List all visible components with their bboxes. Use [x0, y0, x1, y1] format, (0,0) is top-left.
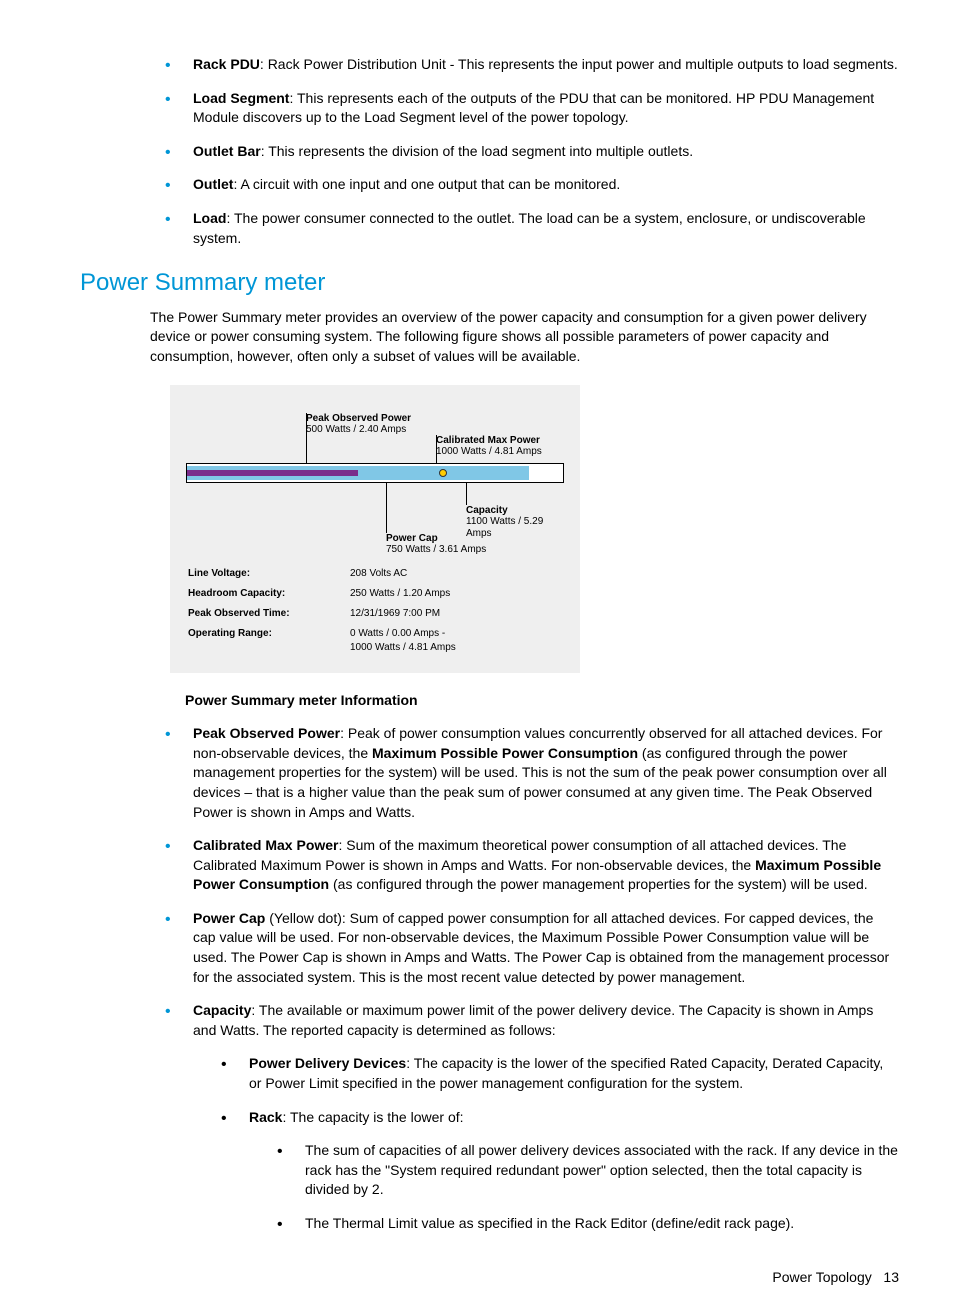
info-heading: Power Summary meter Information: [55, 691, 899, 711]
definition-text: : This represents each of the outputs of…: [193, 90, 874, 126]
list-item: Peak Observed Power: Peak of power consu…: [165, 724, 899, 822]
calibrated-label: Calibrated Max Power 1000 Watts / 4.81 A…: [436, 435, 542, 458]
nested-list: Power Delivery Devices: The capacity is …: [193, 1054, 899, 1233]
list-item: Rack: The capacity is the lower of: The …: [221, 1108, 899, 1234]
term: Peak Observed Power: [193, 725, 340, 741]
table-row: Peak Observed Time:12/31/1969 7:00 PM: [188, 605, 562, 623]
definition-text: : A circuit with one input and one outpu…: [233, 176, 620, 192]
tick-line: [306, 413, 307, 463]
term: Capacity: [193, 1002, 251, 1018]
page-footer: Power Topology 13: [55, 1248, 899, 1307]
figure-data-table: Line Voltage:208 Volts AC Headroom Capac…: [186, 563, 564, 659]
term: Calibrated Max Power: [193, 837, 339, 853]
list-item: Capacity: The available or maximum power…: [165, 1001, 899, 1233]
power-cap-label: Power Cap 750 Watts / 3.61 Amps: [386, 533, 486, 556]
tick-line: [436, 435, 437, 463]
table-row: Line Voltage:208 Volts AC: [188, 565, 562, 583]
list-item: The Thermal Limit value as specified in …: [277, 1214, 899, 1234]
list-item: Outlet Bar: This represents the division…: [165, 142, 899, 162]
table-row: Headroom Capacity:250 Watts / 1.20 Amps: [188, 585, 562, 603]
list-item: Load: The power consumer connected to th…: [165, 209, 899, 248]
section-intro: The Power Summary meter provides an over…: [55, 308, 899, 367]
tick-line: [466, 483, 467, 505]
section-heading: Power Summary meter: [55, 266, 899, 300]
list-item: Power Delivery Devices: The capacity is …: [221, 1054, 899, 1093]
list-item: Calibrated Max Power: Sum of the maximum…: [165, 836, 899, 895]
term: Load Segment: [193, 90, 289, 106]
term: Rack PDU: [193, 56, 260, 72]
list-item: Load Segment: This represents each of th…: [165, 89, 899, 128]
table-row: Operating Range:0 Watts / 0.00 Amps - 10…: [188, 625, 562, 657]
list-item: Power Cap (Yellow dot): Sum of capped po…: [165, 909, 899, 987]
power-cap-dot: [439, 469, 447, 477]
top-definition-list: Rack PDU: Rack Power Distribution Unit -…: [55, 55, 899, 248]
peak-observed-label: Peak Observed Power 500 Watts / 2.40 Amp…: [306, 413, 411, 436]
term: Rack: [249, 1109, 282, 1125]
term: Outlet: [193, 176, 233, 192]
bar-segment-purple: [187, 470, 358, 476]
term: Load: [193, 210, 226, 226]
term: Outlet Bar: [193, 143, 261, 159]
list-item: The sum of capacities of all power deliv…: [277, 1141, 899, 1200]
definition-text: : This represents the division of the lo…: [261, 143, 693, 159]
power-summary-figure: Peak Observed Power 500 Watts / 2.40 Amp…: [170, 385, 580, 673]
info-list: Peak Observed Power: Peak of power consu…: [55, 724, 899, 1233]
definition-text: : Rack Power Distribution Unit - This re…: [260, 56, 898, 72]
meter-bar: [186, 463, 564, 483]
term: Power Cap: [193, 910, 265, 926]
nested-list: The sum of capacities of all power deliv…: [249, 1141, 899, 1233]
list-item: Rack PDU: Rack Power Distribution Unit -…: [165, 55, 899, 75]
term: Power Delivery Devices: [249, 1055, 406, 1071]
definition-text: : The power consumer connected to the ou…: [193, 210, 866, 246]
list-item: Outlet: A circuit with one input and one…: [165, 175, 899, 195]
tick-line: [386, 483, 387, 533]
